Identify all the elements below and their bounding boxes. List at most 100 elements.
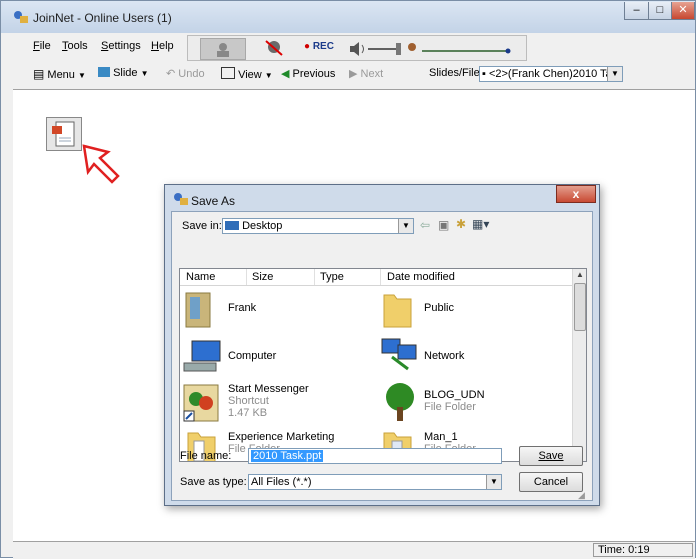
- column-divider: [380, 269, 381, 285]
- column-divider: [246, 269, 247, 285]
- menu-icon: ▤: [33, 67, 45, 81]
- minimize-button[interactable]: –: [624, 2, 649, 20]
- ppt-file-icon[interactable]: [46, 117, 82, 151]
- menu-dropdown-button[interactable]: ▤ Menu ▼: [33, 67, 86, 81]
- menu-file-mnemonic: F: [33, 40, 40, 52]
- microphone-user-icon: [408, 43, 416, 51]
- menu-tools[interactable]: Tools: [62, 40, 88, 52]
- media-toolbar: ● REC: [187, 35, 527, 61]
- previous-arrow-icon: ◀: [281, 68, 290, 80]
- list-item[interactable]: Network: [378, 335, 568, 377]
- file-name-input[interactable]: 2010 Task.ppt: [248, 448, 502, 464]
- view-icon: [221, 67, 235, 79]
- item-name: Frank: [228, 302, 257, 314]
- messenger-shortcut-icon: [183, 384, 219, 422]
- up-folder-icon[interactable]: ▣: [438, 218, 449, 232]
- disk-icon: ▪: [482, 68, 486, 80]
- item-name: Network: [424, 350, 465, 362]
- powerpoint-document-icon: [52, 121, 75, 147]
- next-button[interactable]: ▶ Next: [349, 67, 383, 80]
- item-name: Computer: [228, 350, 277, 362]
- status-time: Time: 0:19: [593, 543, 693, 557]
- file-name-label: File name:: [180, 450, 232, 462]
- window-title: JoinNet - Online Users (1): [33, 11, 172, 25]
- maximize-button[interactable]: □: [648, 2, 672, 20]
- slide-icon: [98, 67, 110, 77]
- main-window: JoinNet - Online Users (1) – □ ✕ File To…: [0, 0, 696, 559]
- file-list[interactable]: Name ^ Size Type Date modified Frank Pub…: [179, 268, 587, 462]
- close-button[interactable]: ✕: [671, 2, 695, 20]
- list-item[interactable]: Computer: [182, 335, 372, 377]
- save-as-type-select[interactable]: All Files (*.*) ▼: [248, 474, 502, 490]
- menu-tools-rest: ools: [67, 40, 88, 52]
- list-item[interactable]: Start Messenger Shortcut 1.47 KB: [182, 381, 372, 427]
- file-name-value: 2010 Task.ppt: [251, 450, 324, 462]
- menu-settings-rest: ettings: [108, 40, 141, 52]
- title-bar[interactable]: JoinNet - Online Users (1) – □ ✕: [1, 1, 695, 33]
- item-name: Experience Marketing: [228, 431, 335, 443]
- column-divider: [314, 269, 315, 285]
- volume-slider-thumb: [396, 43, 401, 55]
- chevron-down-icon[interactable]: ▼: [486, 475, 501, 489]
- slides-files-select[interactable]: ▪ <2>(Frank Chen)2010 Tas ▼: [479, 66, 623, 82]
- file-list-scrollbar[interactable]: ▲ ▼: [572, 269, 586, 461]
- slide-dropdown-button[interactable]: Slide ▼: [98, 67, 149, 79]
- menu-file[interactable]: File: [33, 40, 51, 52]
- column-header: Name ^ Size Type Date modified: [180, 269, 572, 286]
- save-as-type-value: All Files (*.*): [251, 476, 312, 488]
- scroll-up-arrow-icon[interactable]: ▲: [576, 270, 584, 279]
- slides-files-value: <2>(Frank Chen)2010 Tas: [488, 68, 618, 80]
- chevron-down-icon: ▼: [264, 71, 273, 80]
- rec-label: REC: [312, 41, 334, 52]
- item-type: Shortcut: [228, 395, 269, 407]
- save-in-select[interactable]: Desktop ▼: [222, 218, 414, 234]
- save-as-type-label: Save as type:: [180, 476, 247, 488]
- dialog-close-button[interactable]: x: [556, 185, 596, 203]
- cancel-button[interactable]: Cancel: [519, 472, 583, 492]
- back-arrow-icon[interactable]: ⇦: [420, 218, 430, 232]
- chevron-down-icon: ▼: [78, 71, 86, 80]
- red-arrow-pointer-icon: [82, 144, 120, 184]
- column-name[interactable]: Name: [186, 271, 215, 283]
- menu-help[interactable]: Help: [151, 40, 174, 52]
- tree-folder-icon: [386, 383, 414, 421]
- dialog-app-icon: [174, 193, 188, 205]
- audio-controls: [350, 42, 511, 56]
- rec-button[interactable]: ● REC: [304, 41, 334, 52]
- chevron-down-icon: ▼: [140, 69, 149, 78]
- chevron-down-icon[interactable]: ▼: [398, 219, 413, 233]
- user-folder-icon: [185, 292, 211, 328]
- desktop-icon: [225, 221, 239, 230]
- item-size: 1.47 KB: [228, 407, 268, 419]
- mic-slider-thumb: [505, 48, 511, 54]
- item-name: BLOG_UDN: [424, 389, 485, 401]
- item-name: Start Messenger: [228, 383, 309, 395]
- list-item[interactable]: Public: [378, 289, 568, 331]
- mute-video-button[interactable]: [252, 38, 296, 58]
- new-folder-icon[interactable]: ✱: [456, 217, 466, 231]
- column-date-modified[interactable]: Date modified: [387, 271, 455, 283]
- list-item[interactable]: BLOG_UDN File Folder: [378, 381, 568, 427]
- chevron-down-icon[interactable]: ▼: [607, 67, 622, 81]
- view-menu-icon[interactable]: ▦▾: [472, 217, 489, 231]
- undo-label: Undo: [178, 68, 205, 80]
- save-button-label: Save: [538, 450, 564, 462]
- list-item[interactable]: Frank: [182, 289, 372, 331]
- view-dropdown-label: View: [238, 69, 262, 81]
- sort-up-icon: ^: [204, 268, 208, 273]
- slide-dropdown-label: Slide: [113, 67, 138, 79]
- save-in-value: Desktop: [242, 220, 283, 232]
- presenter-button[interactable]: [200, 38, 246, 60]
- view-dropdown-button[interactable]: View ▼: [221, 67, 273, 81]
- menu-settings[interactable]: Settings: [101, 40, 141, 52]
- previous-button[interactable]: ◀ Previous: [281, 67, 335, 80]
- save-button[interactable]: Save: [519, 446, 583, 466]
- save-in-label: Save in:: [182, 220, 222, 232]
- resize-grip-icon[interactable]: ◢: [578, 490, 585, 501]
- undo-button[interactable]: ↶ Undo: [166, 67, 205, 80]
- scrollbar-thumb[interactable]: [574, 283, 586, 331]
- menu-help-rest: elp: [158, 40, 174, 52]
- column-type[interactable]: Type: [320, 271, 344, 283]
- item-type: File Folder: [424, 401, 476, 413]
- column-size[interactable]: Size: [252, 271, 273, 283]
